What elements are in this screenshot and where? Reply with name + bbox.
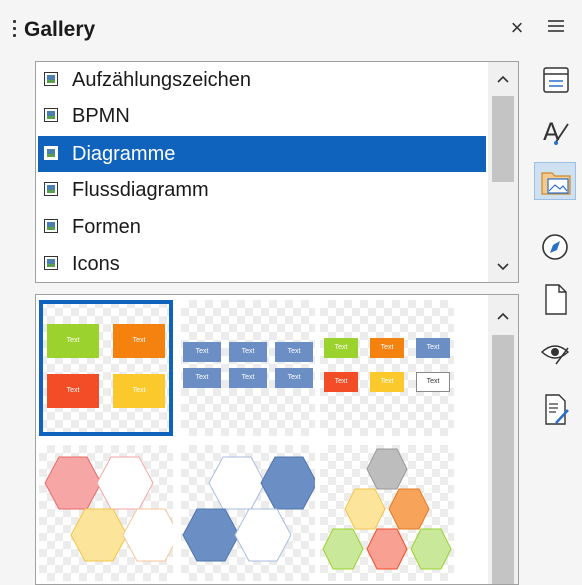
gallery-tab[interactable] <box>534 162 576 200</box>
gallery-thumbnail[interactable]: Text Text Text Text <box>39 300 173 436</box>
shape-box: Text <box>113 324 165 358</box>
list-item-label: Formen <box>72 216 141 238</box>
shape-box: Text <box>275 368 313 388</box>
hexagon-diagram <box>44 456 180 562</box>
gallery-icon <box>541 172 571 195</box>
gallery-theme-icon <box>44 72 58 86</box>
shape-box: Text <box>370 372 404 392</box>
hexagon-diagram <box>182 456 318 562</box>
menu-icon[interactable] <box>546 16 566 36</box>
gallery-theme-icon <box>44 182 58 196</box>
shape-box: Text <box>183 342 221 362</box>
list-item-flussdiagramm[interactable]: Flussdiagramm <box>38 172 486 208</box>
list-item-label: Icons <box>72 253 120 275</box>
gallery-theme-icon <box>44 146 58 160</box>
hexagon-diagram <box>322 448 452 570</box>
shape-box: Text <box>416 338 450 358</box>
properties-tab[interactable] <box>534 62 576 100</box>
list-item-icons[interactable]: Icons <box>38 246 486 282</box>
gallery-thumbnail[interactable]: Text Text Text Text Text Text <box>320 300 454 436</box>
list-item-formen[interactable]: Formen <box>38 209 486 245</box>
close-button[interactable]: × <box>504 14 530 42</box>
drag-handle-icon[interactable] <box>13 20 17 42</box>
list-item-diagramme[interactable]: Diagramme <box>38 136 486 172</box>
gallery-thumbnail[interactable] <box>39 445 180 581</box>
style-inspector-icon <box>540 345 570 365</box>
gallery-theme-icon <box>44 256 58 270</box>
navigator-icon <box>542 234 568 260</box>
gallery-theme-icon <box>44 219 58 233</box>
scroll-up-icon[interactable] <box>488 301 518 329</box>
list-item-label: BPMN <box>72 105 130 127</box>
list-item-aufzaehlungszeichen[interactable]: Aufzählungszeichen <box>38 62 486 98</box>
scroll-thumb[interactable] <box>492 96 514 182</box>
shape-box: Text <box>47 374 99 408</box>
scroll-thumb[interactable] <box>492 335 514 584</box>
gallery-thumbnail-pane[interactable]: Text Text Text Text Text Text Text Text … <box>35 294 519 585</box>
gallery-title-bar: Gallery × <box>0 0 530 60</box>
shape-box: Text <box>229 368 267 388</box>
list-item-label: Aufzählungszeichen <box>72 69 252 91</box>
sidebar-tabbar: A <box>530 0 582 585</box>
shape-box: Text <box>113 374 165 408</box>
gallery-thumbnail[interactable] <box>320 445 454 581</box>
gallery-thumbnail[interactable] <box>181 445 318 581</box>
scroll-up-icon[interactable] <box>488 64 518 92</box>
category-scrollbar[interactable] <box>488 62 518 282</box>
list-item-label: Flussdiagramm <box>72 179 209 201</box>
panel-title: Gallery <box>24 18 96 41</box>
shape-box: Text <box>324 372 358 392</box>
shape-box: Text <box>183 368 221 388</box>
styles-icon: A <box>543 118 569 146</box>
scroll-down-icon[interactable] <box>488 252 518 280</box>
styles-tab[interactable]: A <box>534 112 576 150</box>
category-list[interactable]: Aufzählungszeichen BPMN Diagramme Flussd… <box>35 61 519 283</box>
gallery-thumbnail[interactable]: Text Text Text Text Text Text <box>181 300 315 436</box>
page-icon <box>545 284 567 315</box>
gallery-theme-icon <box>44 108 58 122</box>
shape-box: Text <box>416 372 450 392</box>
shape-box: Text <box>229 342 267 362</box>
style-inspector-tab[interactable] <box>534 334 576 372</box>
properties-icon <box>543 67 569 93</box>
list-item-label: Diagramme <box>72 143 176 165</box>
shape-box: Text <box>47 324 99 358</box>
manage-changes-tab[interactable] <box>534 390 576 428</box>
page-tab[interactable] <box>534 280 576 318</box>
manage-changes-icon <box>545 394 569 425</box>
shape-box: Text <box>370 338 404 358</box>
list-item-bpmn[interactable]: BPMN <box>38 98 486 134</box>
shape-box: Text <box>275 342 313 362</box>
navigator-tab[interactable] <box>534 228 576 266</box>
shape-box: Text <box>324 338 358 358</box>
thumbnail-scrollbar[interactable] <box>488 295 518 584</box>
